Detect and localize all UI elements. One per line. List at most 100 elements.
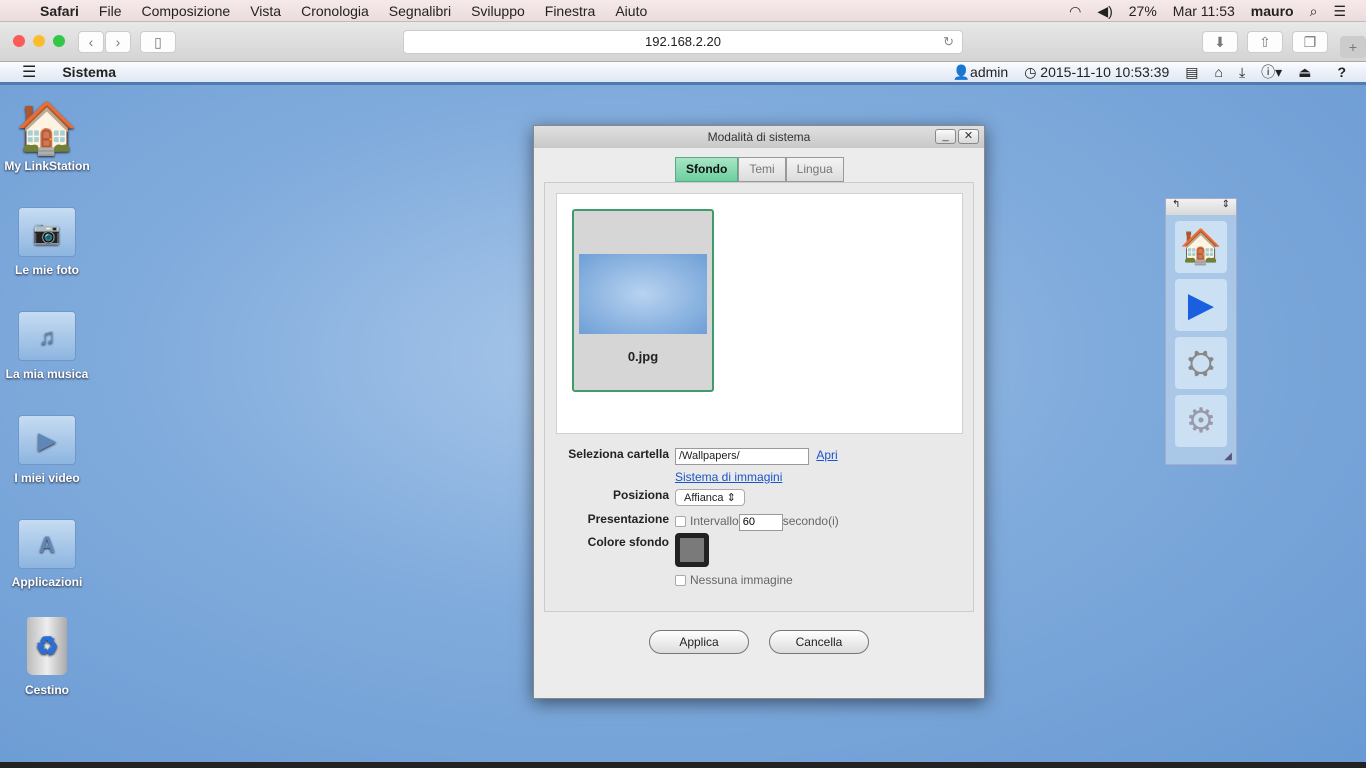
- address-bar[interactable]: 192.168.2.20 ↻: [403, 30, 963, 54]
- menu-segnalibri[interactable]: Segnalibri: [389, 3, 451, 19]
- spotlight-icon[interactable]: ⌕: [1310, 3, 1318, 20]
- desktop-icon-photos[interactable]: 📷 Le mie foto: [0, 207, 94, 277]
- menu-composizione[interactable]: Composizione: [141, 3, 230, 19]
- forward-button[interactable]: ›: [105, 31, 131, 53]
- datetime-text: 2015-11-10 10:53:39: [1040, 63, 1170, 80]
- slideshow-checkbox[interactable]: [675, 516, 686, 528]
- resize-handle-icon[interactable]: ◢: [1224, 451, 1232, 462]
- bgcolor-label: Colore sfondo: [587, 535, 669, 549]
- zoom-window-icon[interactable]: [53, 35, 65, 47]
- thumbnail-name: 0.jpg: [627, 349, 659, 364]
- minimize-button[interactable]: _: [935, 129, 956, 144]
- share-button[interactable]: ⇧: [1247, 31, 1283, 53]
- icon-label: Le mie foto: [14, 263, 79, 277]
- no-image-label: Nessuna immagine: [690, 573, 793, 587]
- tab-temi[interactable]: Temi: [738, 157, 786, 182]
- trash-icon: ♻: [27, 617, 67, 675]
- background-panel: 0.jpg Seleziona cartella /Wallpapers/ Ap…: [544, 182, 974, 612]
- position-select[interactable]: Affianca ⇕: [675, 489, 745, 506]
- console-icon[interactable]: ▤: [1185, 64, 1198, 81]
- apply-button[interactable]: Applica: [649, 630, 749, 654]
- media-play-icon[interactable]: ▶: [1175, 279, 1227, 331]
- reload-icon[interactable]: ↻: [943, 31, 954, 53]
- menu-bar: Safari File Composizione Vista Cronologi…: [0, 0, 1366, 22]
- minimize-window-icon[interactable]: [33, 35, 45, 47]
- menu-aiuto[interactable]: Aiuto: [615, 3, 647, 19]
- camera-folder-icon: 📷: [18, 207, 76, 257]
- tabs-button[interactable]: ❐: [1292, 31, 1328, 53]
- user-name: admin: [970, 63, 1009, 80]
- dock-header: ↰ ⇕: [1166, 199, 1236, 215]
- back-button[interactable]: ‹: [78, 31, 104, 53]
- url-text: 192.168.2.20: [645, 34, 721, 49]
- no-image-checkbox[interactable]: [675, 575, 686, 587]
- music-folder-icon: ♫: [18, 311, 76, 361]
- dialog-title: Modalità di sistema: [707, 130, 811, 144]
- tab-bar: Sfondo Temi Lingua: [675, 157, 844, 182]
- battery-percent[interactable]: 27%: [1129, 3, 1157, 19]
- info-icon[interactable]: ⓘ▾: [1261, 62, 1282, 82]
- hamburger-menu-icon[interactable]: ☰: [22, 62, 36, 82]
- interval-input[interactable]: 60: [738, 514, 783, 531]
- menu-cronologia[interactable]: Cronologia: [301, 3, 369, 19]
- user-icon: 👤: [952, 63, 971, 80]
- menu-finestra[interactable]: Finestra: [545, 3, 596, 19]
- folder-label: Seleziona cartella: [568, 447, 669, 461]
- eject-icon[interactable]: ⏏: [1298, 64, 1311, 81]
- desktop-icon-applications[interactable]: A Applicazioni: [0, 519, 94, 589]
- bgcolor-picker[interactable]: [675, 533, 709, 567]
- datetime[interactable]: ◷ 2015-11-10 10:53:39: [1024, 64, 1169, 81]
- video-folder-icon: ▶: [18, 415, 76, 465]
- tab-lingua[interactable]: Lingua: [785, 157, 844, 182]
- close-window-icon[interactable]: [13, 35, 25, 47]
- position-value: Affianca: [684, 492, 724, 504]
- clock[interactable]: Mar 11:53: [1173, 3, 1235, 19]
- desktop-icon-music[interactable]: ♫ La mia musica: [0, 311, 94, 381]
- new-tab-button[interactable]: +: [1340, 36, 1366, 58]
- help-icon[interactable]: ?: [1337, 64, 1346, 80]
- sidebar-toggle-icon[interactable]: ▯: [140, 31, 176, 53]
- user-menu[interactable]: mauro: [1251, 3, 1294, 19]
- back-arrow-icon[interactable]: ↰: [1172, 199, 1180, 215]
- settings-gear-icon[interactable]: ⚙: [1175, 395, 1227, 447]
- home-icon: 🏠: [15, 100, 79, 156]
- wifi-icon[interactable]: ◠: [1069, 3, 1081, 20]
- menu-sviluppo[interactable]: Sviluppo: [471, 3, 525, 19]
- position-label: Posiziona: [612, 488, 669, 502]
- system-mode-dialog: Modalità di sistema _ ✕ Sfondo Temi Ling…: [533, 125, 985, 699]
- icon-label: Cestino: [24, 683, 69, 697]
- apps-folder-icon: A: [18, 519, 76, 569]
- browser-toolbar: ‹ › ▯ 192.168.2.20 ↻ ⬇ ⇧ ❐ +: [0, 22, 1366, 62]
- icon-label: La mia musica: [5, 367, 89, 381]
- wallpaper-preview: [579, 254, 707, 334]
- folder-input[interactable]: /Wallpapers/: [675, 448, 809, 465]
- clock-icon: ◷: [1024, 63, 1041, 80]
- menu-file[interactable]: File: [99, 3, 122, 19]
- cancel-button[interactable]: Cancella: [769, 630, 869, 654]
- downloads-button[interactable]: ⬇: [1202, 31, 1238, 53]
- page-title: Sistema: [62, 64, 117, 80]
- wallpaper-thumbnail[interactable]: 0.jpg: [572, 209, 714, 392]
- tab-sfondo[interactable]: Sfondo: [675, 157, 739, 182]
- notifications-icon[interactable]: ☰: [1333, 3, 1346, 20]
- volume-icon[interactable]: ◀): [1097, 3, 1112, 20]
- app-header: ☰ Sistema 👤admin ◷ 2015-11-10 10:53:39 ▤…: [0, 62, 1366, 85]
- open-link[interactable]: Apri: [816, 448, 837, 462]
- menu-vista[interactable]: Vista: [250, 3, 281, 19]
- close-button[interactable]: ✕: [958, 129, 979, 144]
- drive-icon[interactable]: ⌂: [1215, 64, 1223, 80]
- desktop-icon-videos[interactable]: ▶ I miei video: [0, 415, 94, 485]
- icon-label: Applicazioni: [11, 575, 83, 589]
- dialog-titlebar[interactable]: Modalità di sistema _ ✕: [534, 126, 984, 148]
- wallpaper-gallery: 0.jpg: [556, 193, 963, 434]
- menu-app[interactable]: Safari: [40, 3, 79, 19]
- download-icon[interactable]: ⤓: [1239, 64, 1245, 81]
- home-shortcut-icon[interactable]: 🏠: [1175, 221, 1227, 273]
- admin-user[interactable]: 👤admin: [953, 64, 1009, 81]
- desktop-icon-trash[interactable]: ♻ Cestino: [0, 617, 94, 697]
- system-images-link[interactable]: Sistema di immagini: [675, 470, 782, 484]
- icon-label: My LinkStation: [4, 159, 90, 173]
- collapse-icon[interactable]: ⇕: [1222, 199, 1230, 215]
- storage-settings-icon[interactable]: ⛭: [1175, 337, 1227, 389]
- desktop-icon-my-linkstation[interactable]: 🏠 My LinkStation: [0, 97, 94, 173]
